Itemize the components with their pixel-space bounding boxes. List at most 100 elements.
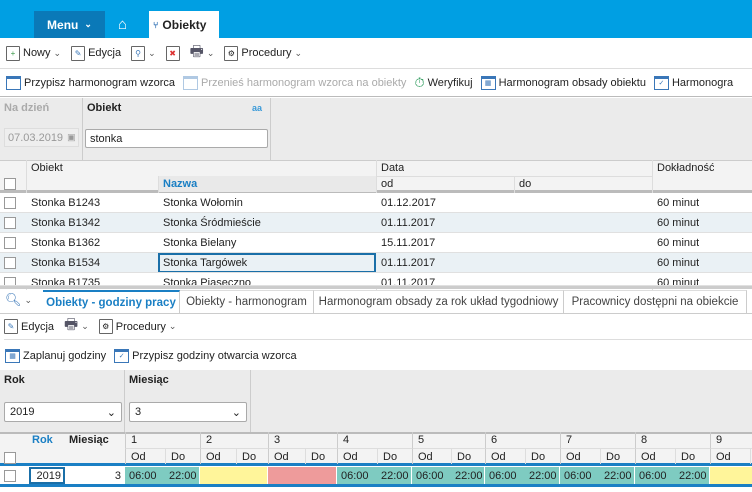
row-checkbox[interactable]: [4, 213, 16, 232]
day-to-cell[interactable]: 22:00: [675, 467, 710, 484]
day-to-cell[interactable]: 22:00: [165, 467, 200, 484]
hours-filter-panel: [0, 370, 752, 432]
search-icon: ⚲: [131, 45, 146, 61]
table-row[interactable]: Stonka B1735 Stonka Piaseczno 01.11.2017 60…: [0, 273, 752, 286]
day-from-cell[interactable]: 06:00: [125, 467, 165, 484]
tab-obiekty[interactable]: ⑂ Obiekty: [149, 11, 219, 38]
table-row[interactable]: Stonka B1362 Stonka Bielany 15.11.2017 60 m…: [0, 233, 752, 253]
menu-button[interactable]: Menu ⌄: [34, 11, 105, 38]
procedures-button[interactable]: ⚙ Procedury ⌄: [224, 45, 303, 61]
month-select[interactable]: 3 ⌄: [129, 402, 247, 422]
assign-hours-button[interactable]: ✓ Przypisz godziny otwarcia wzorca: [114, 349, 297, 363]
cell-name[interactable]: Stonka Targówek: [158, 253, 376, 272]
detail-toolbar: ✎ Edycja 🖶 ⌄ ⚙ Procedury ⌄: [4, 314, 752, 340]
day-from-cell[interactable]: [268, 467, 305, 484]
case-toggle[interactable]: aa: [252, 103, 262, 113]
print-button[interactable]: 🖶 ⌄: [190, 41, 215, 66]
table-row[interactable]: Stonka B1342 Stonka Śródmieście 01.11.2017…: [0, 213, 752, 233]
cell-precision: 60 minut: [657, 197, 700, 209]
month-value: 3: [135, 406, 142, 418]
cell-name[interactable]: Stonka Piaseczno: [158, 273, 376, 285]
hours-month[interactable]: 3: [67, 467, 123, 484]
calendar-icon: ▣: [67, 132, 76, 142]
cell-from: 01.11.2017: [381, 217, 436, 229]
tab-schedule[interactable]: Obiekty - harmonogram: [180, 290, 314, 313]
detail-edit-button[interactable]: ✎ Edycja: [4, 319, 54, 334]
detail-print-button[interactable]: 🖶 ⌄: [64, 314, 89, 339]
new-label: Nowy: [23, 47, 51, 59]
day-to-cell[interactable]: 22:00: [377, 467, 412, 484]
detail-procedures-button[interactable]: ⚙ Procedury ⌄: [98, 319, 176, 334]
hours-year[interactable]: 2019: [29, 467, 65, 484]
day-to-cell[interactable]: [236, 467, 268, 484]
cell-code: Stonka B1243: [31, 197, 101, 209]
printer-icon: 🖶: [64, 316, 79, 333]
day-from-cell[interactable]: [200, 467, 236, 484]
tab-yearly-staffing[interactable]: Harmonogram obsady za rok układ tygodnio…: [314, 290, 564, 313]
assign-template-button[interactable]: Przypisz harmonogram wzorca: [6, 76, 175, 90]
cell-name[interactable]: Stonka Bielany: [158, 233, 376, 252]
calendar-check-icon: ✓: [653, 76, 669, 90]
day-from-cell[interactable]: 06:00: [560, 467, 600, 484]
chevron-down-icon: ⌄: [206, 47, 215, 58]
col-to[interactable]: do: [514, 176, 531, 192]
move-template-button[interactable]: Przenieś harmonogram wzorca na obiekty: [183, 76, 406, 90]
day-from-cell[interactable]: 06:00: [412, 467, 451, 484]
calendar-clock-icon: [6, 76, 21, 90]
home-icon[interactable]: ⌂: [118, 16, 127, 33]
col-day-to: Do: [525, 448, 560, 464]
cell-name[interactable]: Stonka Śródmieście: [158, 213, 376, 232]
day-from-cell[interactable]: [710, 467, 750, 484]
plan-hours-button[interactable]: ▦ Zaplanuj godziny: [5, 349, 106, 363]
view-options-button[interactable]: 🔍︎ ⌄: [5, 292, 32, 308]
col-day-to: Do: [236, 448, 268, 464]
day-to-cell[interactable]: [305, 467, 337, 484]
cell-name[interactable]: Stonka Wołomin: [158, 193, 376, 212]
day-from-cell[interactable]: 06:00: [337, 467, 377, 484]
date-field[interactable]: 07.03.2019 ▣: [4, 128, 79, 147]
col-name[interactable]: Nazwa: [158, 176, 376, 192]
chevron-down-icon: ⌄: [294, 47, 303, 58]
search-button[interactable]: ⚲ ⌄: [131, 45, 156, 61]
year-select[interactable]: 2019 ⌄: [4, 402, 122, 422]
row-checkbox[interactable]: [4, 233, 16, 252]
new-button[interactable]: + Nowy ⌄: [6, 45, 61, 61]
delete-button[interactable]: ✖: [165, 45, 180, 61]
select-all-checkbox[interactable]: [4, 176, 16, 192]
assign-hours-label: Przypisz godziny otwarcia wzorca: [132, 350, 297, 362]
col-precision[interactable]: Dokładność: [652, 160, 714, 176]
day-header: 5: [412, 432, 424, 448]
verify-button[interactable]: ⏱ Weryfikuj: [414, 75, 472, 91]
hours-row-checkbox[interactable]: [4, 467, 16, 484]
day-to-cell[interactable]: 22:00: [451, 467, 485, 484]
col-day-from: Od: [560, 448, 600, 464]
tab-label: Obiekty: [162, 17, 207, 32]
tab-available-employees[interactable]: Pracownicy dostępni na obiekcie: [564, 290, 747, 313]
cell-to: [514, 253, 519, 272]
hours-select-all-checkbox[interactable]: [4, 450, 16, 466]
day-from-cell[interactable]: 06:00: [485, 467, 525, 484]
col-day-to: Do: [600, 448, 635, 464]
date-label: Na dzień: [4, 102, 50, 114]
schedule-more-button[interactable]: ✓ Harmonogra: [653, 76, 733, 90]
day-to-cell[interactable]: 22:00: [600, 467, 635, 484]
table-row[interactable]: Stonka B1243 Stonka Wołomin 01.12.2017 60 m…: [0, 193, 752, 213]
edit-label: Edycja: [21, 320, 55, 333]
table-row[interactable]: Stonka B1534 Stonka Targówek 01.11.2017 60 …: [0, 253, 752, 273]
edit-button[interactable]: ✎ Edycja: [71, 45, 121, 61]
staffing-schedule-button[interactable]: ▦ Harmonogram obsady obiektu: [480, 76, 646, 90]
gear-doc-icon: ⚙: [224, 45, 239, 61]
col-month[interactable]: Miesiąc: [65, 432, 109, 448]
col-year[interactable]: Rok: [27, 432, 53, 448]
schedule-toolbar: Przypisz harmonogram wzorca Przenieś har…: [0, 70, 752, 97]
day-to-cell[interactable]: 22:00: [525, 467, 560, 484]
row-checkbox[interactable]: [4, 253, 16, 272]
day-from-cell[interactable]: 06:00: [635, 467, 675, 484]
new-doc-icon: +: [6, 45, 20, 61]
col-from[interactable]: od: [376, 176, 393, 192]
row-checkbox[interactable]: [4, 273, 16, 285]
plan-label: Zaplanuj godziny: [23, 350, 107, 362]
tab-working-hours[interactable]: Obiekty - godziny pracy: [43, 290, 180, 313]
object-search-input[interactable]: stonka: [85, 129, 268, 148]
row-checkbox[interactable]: [4, 193, 16, 212]
